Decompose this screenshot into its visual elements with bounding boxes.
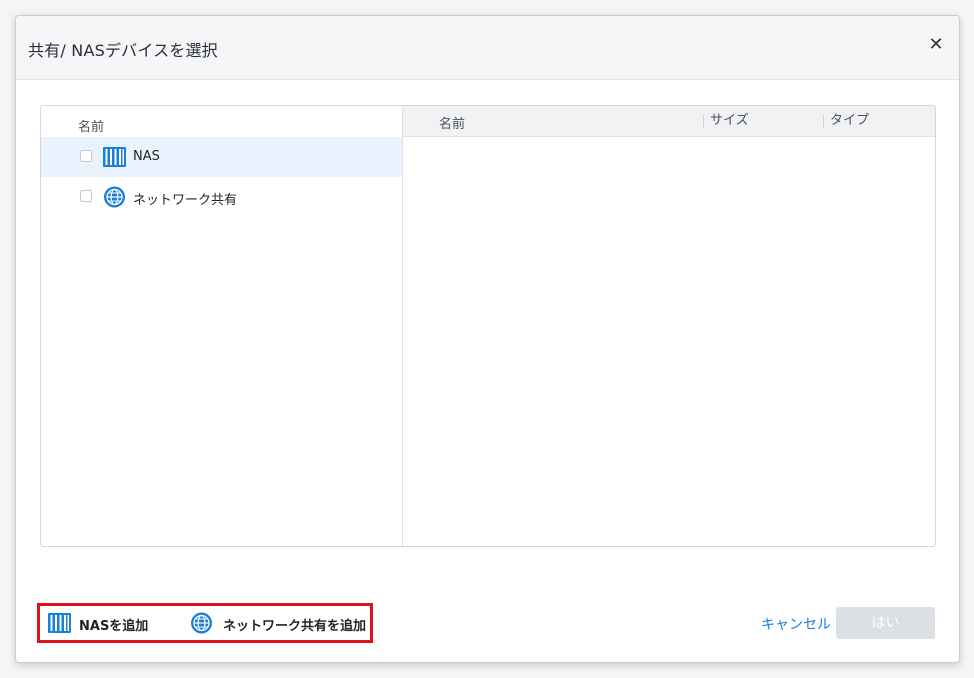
browser-panel: 名前 NAS ネットワーク共有 名前 サイズ タイプ	[40, 105, 936, 547]
tree-item-label: NAS	[133, 149, 160, 164]
checkbox[interactable]	[80, 150, 92, 162]
column-type[interactable]: タイプ	[823, 114, 869, 128]
add-network-share-button[interactable]: ネットワーク共有を追加	[190, 606, 370, 640]
ok-button[interactable]: はい	[836, 607, 935, 639]
add-source-group: NASを追加 ネットワーク共有を追加	[37, 603, 373, 643]
nas-icon	[48, 613, 71, 633]
source-tree: 名前 NAS ネットワーク共有	[41, 106, 403, 546]
file-list: 名前 サイズ タイプ	[403, 106, 935, 546]
globe-icon	[191, 612, 212, 634]
tree-item-label: ネットワーク共有	[133, 193, 238, 208]
cancel-button[interactable]: キャンセル	[761, 614, 831, 634]
file-list-header: 名前 サイズ タイプ	[403, 106, 935, 137]
dialog-header: 共有/ NASデバイスを選択 ✕	[16, 16, 959, 80]
add-nas-button[interactable]: NASを追加	[48, 606, 158, 640]
tree-item-nas[interactable]: NAS	[41, 137, 402, 177]
add-network-share-label: ネットワーク共有を追加	[223, 619, 367, 634]
checkbox[interactable]	[80, 190, 92, 202]
column-size[interactable]: サイズ	[703, 114, 749, 128]
add-nas-label: NASを追加	[79, 619, 149, 634]
select-share-dialog: 共有/ NASデバイスを選択 ✕ 名前 NAS ネットワーク共有 名前 サイズ …	[15, 15, 960, 663]
globe-icon	[104, 186, 125, 208]
tree-column-name: 名前	[78, 120, 105, 135]
tree-item-network-share[interactable]: ネットワーク共有	[41, 177, 402, 217]
dialog-title: 共有/ NASデバイスを選択	[28, 41, 218, 60]
nas-icon	[103, 147, 126, 167]
close-icon[interactable]: ✕	[925, 34, 947, 56]
column-name[interactable]: 名前	[433, 113, 465, 132]
